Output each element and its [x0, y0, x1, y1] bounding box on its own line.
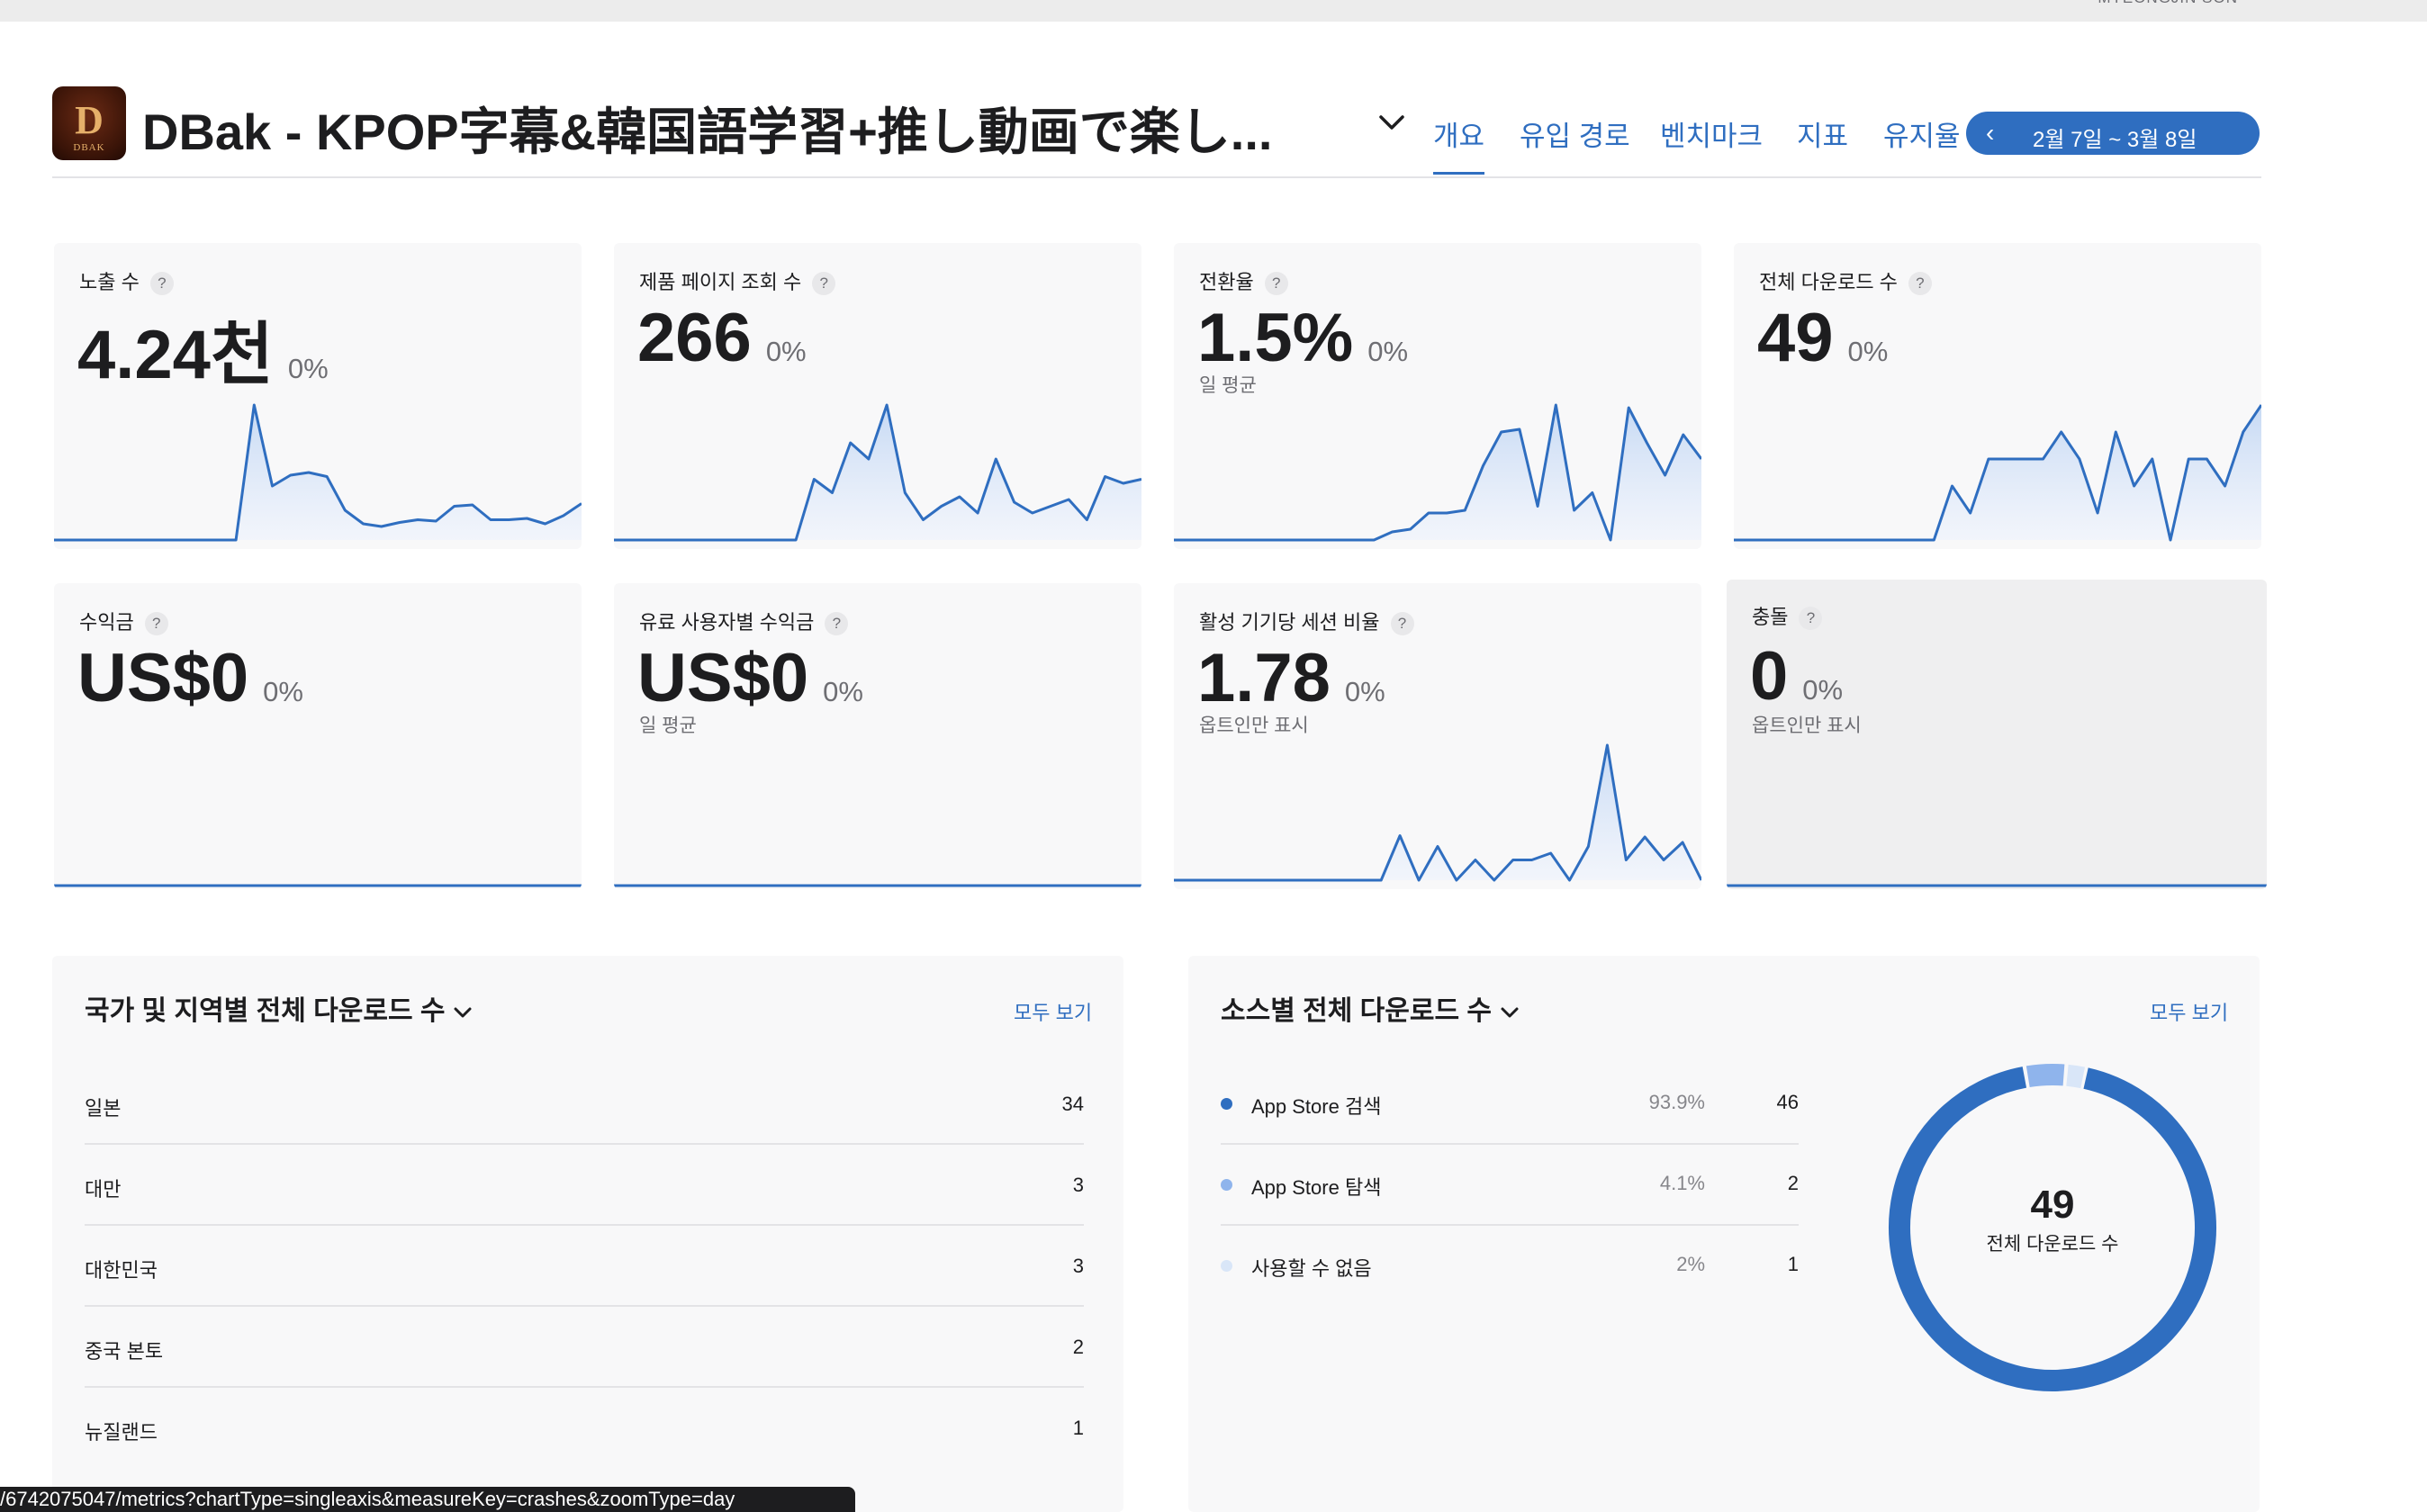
panel-title: 국가 및 지역별 전체 다운로드 수	[85, 996, 446, 1026]
country-name: 대한민국	[85, 1259, 158, 1282]
metric-card-conversion-rate[interactable]: 전환율? 1.5% 0% 일 평균	[1174, 243, 1701, 549]
metric-card-page-views[interactable]: 제품 페이지 조회 수? 266 0%	[614, 243, 1141, 549]
donut-rings	[1881, 1057, 2224, 1399]
legend-dot	[1221, 1179, 1232, 1191]
source-downloads-panel: 소스별 전체 다운로드 수 모두 보기 App Store 검색 93.9% 46 …	[1188, 956, 2260, 1512]
source-name: App Store 탐색	[1251, 1176, 1382, 1199]
metric-card-total-downloads[interactable]: 전체 다운로드 수? 49 0%	[1734, 243, 2261, 549]
sparkline-area	[1174, 745, 1701, 880]
date-range-label: 2월 7일 ~ 3월 8일	[2033, 128, 2197, 152]
donut-chart[interactable]: 49 전체 다운로드 수	[1881, 1057, 2224, 1399]
donut-segment-1[interactable]	[1881, 1057, 2224, 1399]
download-count: 34	[1061, 1093, 1084, 1115]
source-percent: 2%	[1676, 1253, 1705, 1275]
download-count: 3	[1072, 1174, 1084, 1196]
tab-metrics[interactable]: 지표	[1797, 113, 1848, 172]
sparkline-chart	[1734, 404, 2261, 542]
metric-card-proceeds[interactable]: 수익금? US$0 0%	[54, 583, 582, 889]
donut-segment-0[interactable]	[1881, 1057, 2224, 1399]
sparkline-area	[614, 405, 1141, 540]
app-icon: D DBAK	[52, 86, 126, 160]
sparkline-chart	[54, 403, 582, 542]
country-name: 뉴질랜드	[85, 1421, 158, 1444]
table-row[interactable]: 뉴질랜드 1	[85, 1388, 1084, 1469]
status-bar-url: /6742075047/metrics?chartType=singleaxis…	[0, 1487, 855, 1512]
tab-overview[interactable]: 개요	[1433, 113, 1485, 175]
panel-title: 소스별 전체 다운로드 수	[1221, 996, 1493, 1026]
legend-dot	[1221, 1260, 1232, 1272]
source-percent: 4.1%	[1659, 1172, 1705, 1194]
list-item[interactable]: 사용할 수 없음 2% 1	[1221, 1226, 1799, 1307]
table-row[interactable]: 중국 본토 2	[85, 1307, 1084, 1388]
see-all-link[interactable]: 모두 보기	[1014, 997, 1092, 1026]
country-name: 대만	[85, 1178, 122, 1201]
table-row[interactable]: 일본 34	[85, 1064, 1084, 1145]
table-row[interactable]: 대한민국 3	[85, 1226, 1084, 1307]
country-downloads-panel: 국가 및 지역별 전체 다운로드 수 모두 보기 일본 34 대만 3 대한민국 3 …	[52, 956, 1123, 1512]
donut-total-label: 전체 다운로드 수	[1986, 1234, 2119, 1255]
source-name: App Store 검색	[1251, 1095, 1382, 1118]
sparkline-chart	[614, 403, 1141, 542]
chevron-down-icon[interactable]	[1499, 1005, 1520, 1020]
app-icon-caption: DBAK	[73, 142, 105, 153]
chevron-down-icon[interactable]	[452, 1005, 474, 1020]
sparkline-chart	[1174, 403, 1701, 542]
source-count: 46	[1776, 1091, 1799, 1113]
source-count: 2	[1787, 1172, 1799, 1194]
donut-segment-2[interactable]	[1881, 1057, 2224, 1399]
list-item[interactable]: App Store 탐색 4.1% 2	[1221, 1145, 1799, 1226]
list-item[interactable]: App Store 검색 93.9% 46	[1221, 1064, 1799, 1145]
date-range-button[interactable]: ‹ 2월 7일 ~ 3월 8일	[1966, 112, 2260, 155]
country-name: 중국 본토	[85, 1340, 164, 1363]
sparkline-chart	[1727, 884, 2267, 887]
browser-top-strip: MYEONGJIN SON	[0, 0, 2427, 22]
app-title[interactable]: DBak - KPOP字幕&韓国語学習+推し動画で楽し...	[142, 92, 1272, 165]
see-all-link[interactable]: 모두 보기	[2150, 997, 2228, 1026]
sparkline-chart	[54, 884, 582, 887]
download-count: 2	[1072, 1336, 1084, 1358]
metric-card-impressions[interactable]: 노출 수? 4.24천 0%	[54, 243, 582, 549]
tab-acquisition[interactable]: 유입 경로	[1520, 113, 1630, 172]
metric-card-crashes[interactable]: 충돌? 0 0% 옵트인만 표시	[1727, 580, 2267, 889]
sparkline-chart	[614, 884, 1141, 887]
table-row[interactable]: 대만 3	[85, 1145, 1084, 1226]
tab-benchmarks[interactable]: 벤치마크	[1660, 113, 1763, 172]
country-name: 일본	[85, 1097, 122, 1120]
download-count: 1	[1072, 1417, 1084, 1439]
account-name[interactable]: MYEONGJIN SON	[2098, 0, 2238, 7]
source-percent: 93.9%	[1648, 1091, 1705, 1113]
legend-dot	[1221, 1098, 1232, 1110]
donut-total-value: 49	[2030, 1183, 2075, 1227]
metric-card-proceeds-per-paying-user[interactable]: 유료 사용자별 수익금? US$0 0% 일 평균	[614, 583, 1141, 889]
source-name: 사용할 수 없음	[1251, 1257, 1372, 1280]
metric-card-sessions-per-active-device[interactable]: 활성 기기당 세션 비율? 1.78 0% 옵트인만 표시	[1174, 583, 1701, 889]
sparkline-area	[1174, 405, 1701, 540]
chevron-down-icon[interactable]	[1374, 104, 1410, 140]
chevron-left-icon[interactable]: ‹	[1986, 119, 1994, 148]
download-count: 3	[1072, 1255, 1084, 1277]
app-header: D DBAK DBak - KPOP字幕&韓国語学習+推し動画で楽し... 개요…	[52, 81, 2261, 178]
app-icon-letter: D	[75, 98, 104, 142]
sparkline-chart	[1174, 743, 1701, 882]
tab-retention[interactable]: 유지율	[1883, 113, 1961, 172]
sparkline-area	[1734, 405, 2261, 540]
source-count: 1	[1787, 1253, 1799, 1275]
